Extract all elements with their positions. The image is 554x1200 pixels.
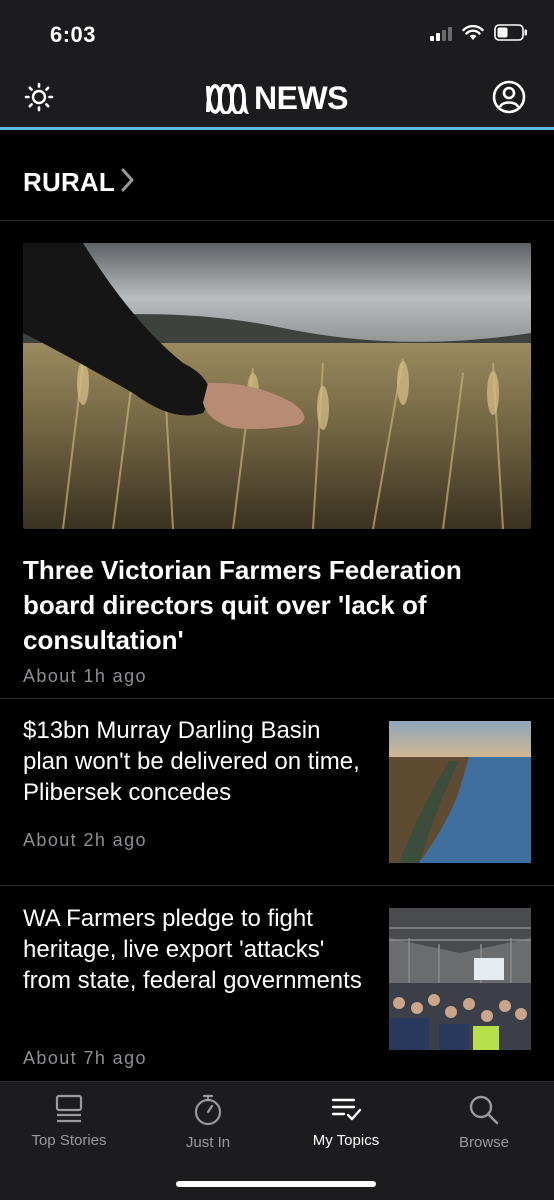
status-icons: [430, 24, 528, 41]
divider: [0, 885, 554, 886]
story-time-3: About 7h ago: [23, 1048, 147, 1068]
stack-icon: [55, 1094, 83, 1123]
status-time: 6:03: [50, 22, 97, 47]
hero-story-time: About 1h ago: [23, 666, 147, 686]
hero-story-headline[interactable]: Three Victorian Farmers Federation board…: [23, 553, 533, 658]
abc-lissajous-icon: [206, 83, 249, 114]
tab-top-stories[interactable]: Top Stories: [0, 1094, 138, 1149]
status-bar: 6:03: [0, 0, 554, 66]
story-headline-3[interactable]: WA Farmers pledge to fight heritage, liv…: [23, 903, 368, 996]
topic-header[interactable]: RURAL: [0, 133, 554, 221]
divider: [0, 698, 554, 699]
story-time-2: About 2h ago: [23, 830, 147, 850]
app-header: NEWS: [0, 66, 554, 130]
stopwatch-icon: [194, 1094, 222, 1126]
story-thumbnail-river[interactable]: [389, 721, 531, 863]
tab-label: My Topics: [312, 1132, 380, 1149]
checklist-icon: [331, 1098, 362, 1121]
cellular-signal-icon: [430, 25, 452, 41]
topic-title: RURAL: [23, 167, 115, 197]
search-icon: [469, 1095, 499, 1125]
account-icon[interactable]: [492, 80, 526, 114]
tab-label: Top Stories: [31, 1132, 107, 1149]
logo-text: NEWS: [254, 80, 349, 116]
tab-label: Just In: [185, 1134, 231, 1151]
wifi-icon: [462, 24, 484, 40]
story-thumbnail-crowd[interactable]: [389, 908, 531, 1050]
chevron-right-icon: [121, 168, 134, 192]
tab-my-topics[interactable]: My Topics: [277, 1094, 415, 1149]
tab-just-in[interactable]: Just In: [139, 1094, 277, 1151]
story-headline-2[interactable]: $13bn Murray Darling Basin plan won't be…: [23, 715, 368, 808]
hero-image-wheat-field[interactable]: [23, 243, 531, 529]
tab-browse[interactable]: Browse: [415, 1094, 553, 1151]
tab-label: Browse: [458, 1134, 510, 1151]
abc-news-logo: NEWS: [0, 80, 554, 117]
battery-icon: [494, 24, 527, 41]
home-indicator[interactable]: [176, 1181, 376, 1187]
